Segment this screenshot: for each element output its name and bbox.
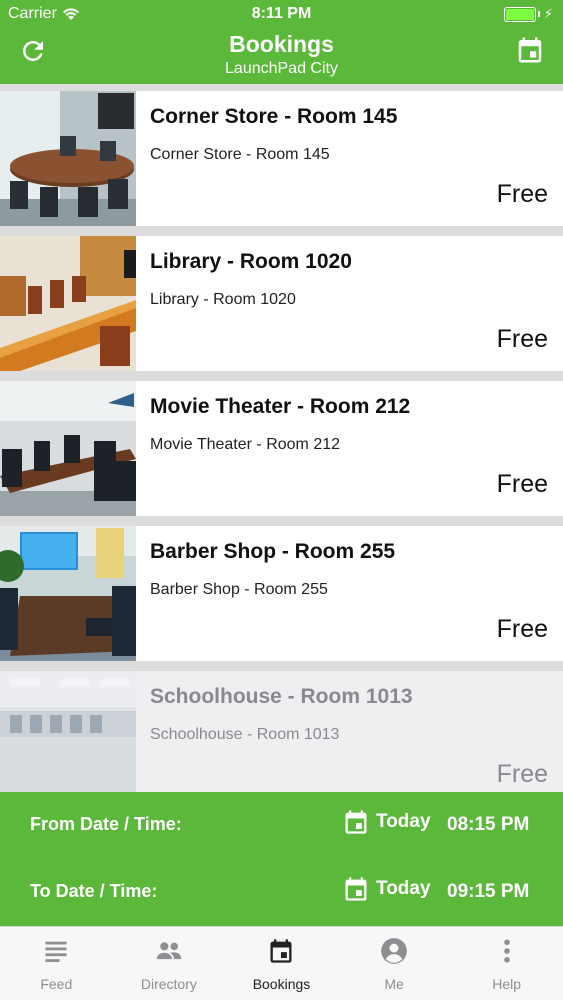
page-title: Bookings bbox=[229, 31, 334, 57]
room-title: Movie Theater - Room 212 bbox=[150, 395, 411, 418]
people-icon bbox=[156, 942, 182, 960]
tab-label: Me bbox=[384, 976, 404, 992]
room-status: Free bbox=[496, 760, 548, 788]
tab-label: Help bbox=[492, 976, 522, 992]
room-status: Free bbox=[496, 325, 548, 353]
to-date-label: To Date / Time: bbox=[30, 881, 158, 901]
to-date-row: To Date / Time: Today 09:15 PM bbox=[0, 867, 563, 917]
tab-feed[interactable]: Feed bbox=[0, 927, 113, 1000]
room-photo bbox=[0, 236, 136, 371]
calendar-icon bbox=[345, 877, 367, 901]
room-card[interactable]: Library - Room 1020 Library - Room 1020 … bbox=[0, 236, 563, 371]
room-status: Free bbox=[496, 180, 548, 208]
date-time-panel: From Date / Time: Today 08:15 PM To Date… bbox=[0, 792, 563, 926]
from-date-row: From Date / Time: Today 08:15 PM bbox=[0, 800, 563, 850]
room-subtitle: Movie Theater - Room 212 bbox=[150, 436, 341, 453]
calendar-icon bbox=[345, 810, 367, 834]
room-subtitle: Corner Store - Room 145 bbox=[150, 146, 330, 163]
room-card[interactable]: Schoolhouse - Room 1013 Schoolhouse - Ro… bbox=[0, 671, 563, 806]
to-date-button[interactable]: Today bbox=[342, 875, 431, 903]
calendar-icon bbox=[270, 939, 292, 963]
to-date-value: Today bbox=[376, 878, 431, 899]
tab-me[interactable]: Me bbox=[338, 927, 451, 1000]
room-subtitle: Library - Room 1020 bbox=[150, 291, 296, 308]
more-vertical-icon bbox=[503, 939, 510, 963]
from-time-button[interactable]: 08:15 PM bbox=[447, 814, 529, 836]
room-photo bbox=[0, 671, 136, 806]
person-icon bbox=[381, 938, 407, 964]
tab-bookings[interactable]: Bookings bbox=[225, 927, 338, 1000]
room-subtitle: Schoolhouse - Room 1013 bbox=[150, 726, 340, 743]
room-title: Barber Shop - Room 255 bbox=[150, 540, 396, 563]
room-subtitle: Barber Shop - Room 255 bbox=[150, 581, 328, 598]
tab-label: Feed bbox=[40, 976, 73, 992]
room-card[interactable]: Movie Theater - Room 212 Movie Theater -… bbox=[0, 381, 563, 516]
room-photo bbox=[0, 91, 136, 226]
tab-label: Bookings bbox=[252, 976, 311, 992]
room-photo bbox=[0, 381, 136, 516]
charging-icon: ⚡ bbox=[543, 6, 553, 21]
to-time-button[interactable]: 09:15 PM bbox=[447, 881, 529, 903]
room-photo bbox=[0, 526, 136, 661]
room-list: Corner Store - Room 145 Corner Store - R… bbox=[0, 91, 563, 816]
tab-help[interactable]: Help bbox=[450, 927, 563, 1000]
room-status: Free bbox=[496, 615, 548, 643]
tab-label: Directory bbox=[140, 976, 197, 992]
room-title: Corner Store - Room 145 bbox=[150, 105, 398, 128]
feed-icon bbox=[45, 941, 67, 962]
tab-bar: Feed Directory Bookings Me Help bbox=[0, 926, 563, 1000]
tab-directory[interactable]: Directory bbox=[113, 927, 226, 1000]
status-time: 8:11 PM bbox=[251, 5, 312, 22]
calendar-icon[interactable] bbox=[515, 35, 545, 65]
room-title: Schoolhouse - Room 1013 bbox=[150, 685, 413, 708]
app-header: Carrier 8:11 PM ⚡ Bookings LaunchPad Cit… bbox=[0, 0, 563, 84]
room-card[interactable]: Barber Shop - Room 255 Barber Shop - Roo… bbox=[0, 526, 563, 661]
from-date-label: From Date / Time: bbox=[30, 814, 182, 834]
room-status: Free bbox=[496, 470, 548, 498]
room-card[interactable]: Corner Store - Room 145 Corner Store - R… bbox=[0, 91, 563, 226]
from-date-button[interactable]: Today bbox=[342, 808, 431, 836]
from-date-value: Today bbox=[376, 811, 431, 832]
status-bar: Carrier 8:11 PM ⚡ bbox=[0, 0, 563, 28]
battery-icon: ⚡ bbox=[503, 6, 553, 22]
room-title: Library - Room 1020 bbox=[150, 250, 352, 273]
page-subtitle: LaunchPad City bbox=[225, 60, 338, 77]
